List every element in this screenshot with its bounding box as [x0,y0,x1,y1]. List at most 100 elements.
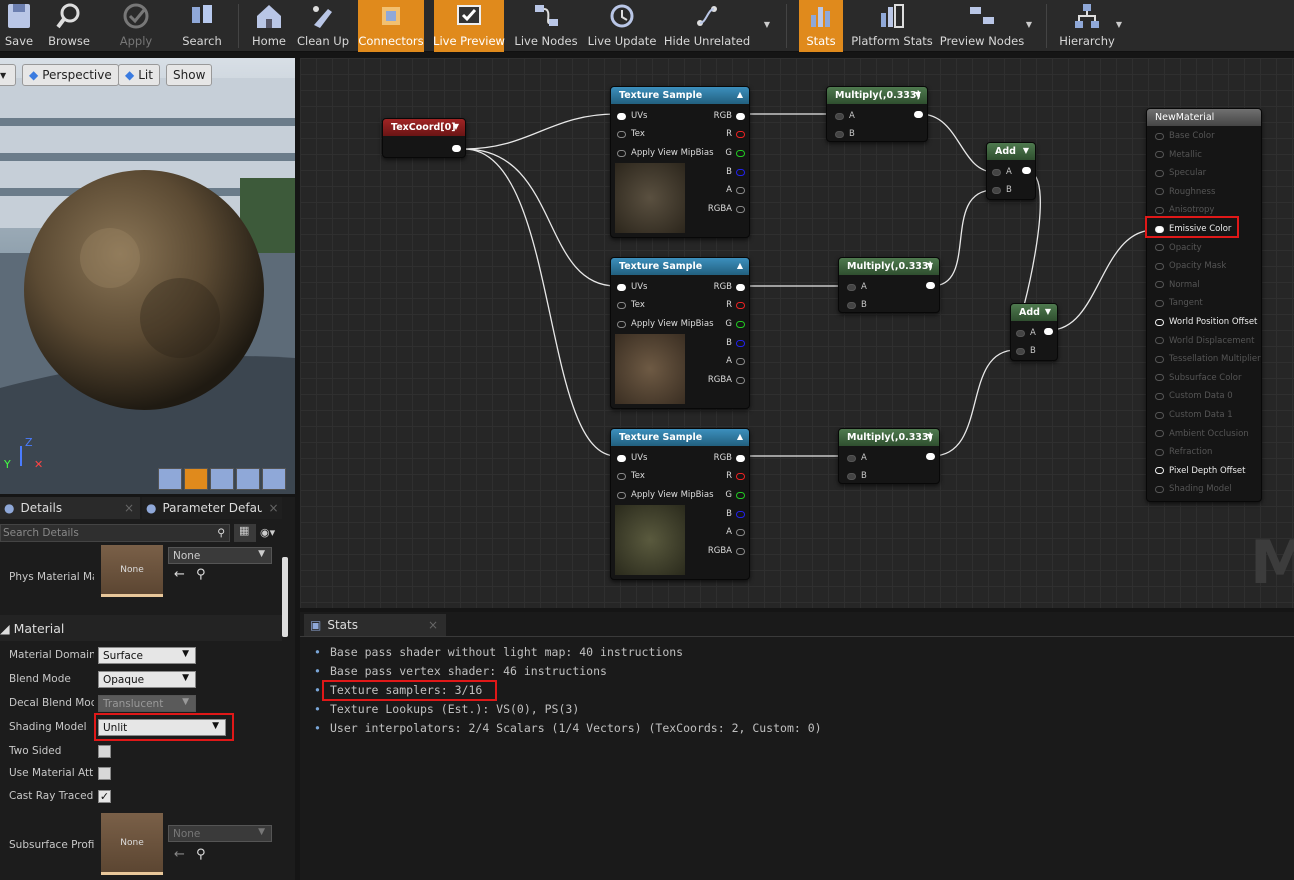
rgba-output-pin[interactable]: RGBA [708,546,745,556]
material-input-pin[interactable]: Custom Data 0 [1155,391,1233,401]
material-input-pin[interactable]: Anisotropy [1155,205,1214,215]
two-sided-checkbox[interactable] [98,745,111,758]
b-output-pin[interactable]: B [726,509,745,519]
b-input-pin[interactable]: B [847,300,867,310]
chevron-down-icon[interactable]: ▼ [764,20,770,29]
material-domain-dropdown[interactable]: Surface ▼ [98,647,196,664]
cylinder-preview-button[interactable] [158,468,182,490]
add-node-2[interactable]: Add ▼ A B [1010,303,1058,361]
r-output-pin[interactable]: R [726,300,745,310]
use-selected-arrow-icon[interactable]: ← [174,567,185,582]
material-input-pin[interactable]: World Displacement [1155,336,1255,346]
perspective-button[interactable]: ◆ Perspective [22,64,119,86]
b-output-pin[interactable]: B [726,167,745,177]
a-output-pin[interactable]: A [726,185,745,195]
live-preview-button[interactable]: Live Preview [433,0,505,52]
rgb-output-pin[interactable]: RGB [714,282,745,292]
sphere-preview-button[interactable] [184,468,208,490]
add-output-pin[interactable] [1044,328,1053,335]
subsurface-profile-thumbnail[interactable]: None [101,813,163,875]
material-input-pin[interactable]: Normal [1155,280,1200,290]
rgb-output-pin[interactable]: RGB [714,111,745,121]
plane-preview-button[interactable] [210,468,234,490]
browse-search-icon[interactable]: ⚲ [196,847,206,862]
r-output-pin[interactable]: R [726,129,745,139]
g-output-pin[interactable]: G [725,319,745,329]
texture-sample-node-3[interactable]: Texture Sample ▲ UVs Tex Apply View MipBi… [610,428,750,580]
stats-button[interactable]: Stats [799,0,843,52]
chevron-down-icon[interactable]: ▼ [1045,307,1051,316]
material-input-pin[interactable]: Metallic [1155,150,1202,160]
chevron-down-icon[interactable]: ▼ [1116,20,1122,29]
texcoord-output-pin[interactable] [452,145,461,152]
rgb-output-pin[interactable]: RGB [714,453,745,463]
browse-search-icon[interactable]: ⚲ [196,567,206,582]
view-options-button[interactable]: ▦ [234,524,256,542]
material-input-pin[interactable]: Opacity Mask [1155,261,1226,271]
search-button[interactable]: Search [180,0,224,52]
tab-parameter-defaults[interactable]: ●Parameter Defaults× [142,497,282,519]
subsurface-profile-dropdown[interactable]: None ▼ [168,825,272,842]
tab-stats[interactable]: ▣ Stats × [304,614,446,636]
browse-button[interactable]: Browse [46,0,92,52]
tex-pin[interactable]: Tex [617,300,645,310]
multiply-node-3[interactable]: Multiply(,0.333) ▼ A B [838,428,940,484]
phys-material-mask-dropdown[interactable]: None ▼ [168,547,272,564]
save-button[interactable]: Save [0,0,38,52]
g-output-pin[interactable]: G [725,490,745,500]
b-input-pin[interactable]: B [992,185,1012,195]
platform-stats-button[interactable]: Platform Stats [851,0,933,52]
blend-mode-dropdown[interactable]: Opaque ▼ [98,671,196,688]
decal-blend-mode-dropdown[interactable]: Translucent ▼ [98,695,196,712]
chevron-down-icon[interactable]: ▼ [1023,146,1029,155]
material-input-pin[interactable]: Tangent [1155,298,1203,308]
show-button[interactable]: Show [166,64,213,86]
phys-material-mask-thumbnail[interactable]: None [101,545,163,597]
b-output-pin[interactable]: B [726,338,745,348]
live-update-button[interactable]: Live Update [588,0,656,52]
tex-pin[interactable]: Tex [617,129,645,139]
material-input-pin[interactable]: Roughness [1155,187,1215,197]
collapse-icon[interactable]: ▲ [737,261,743,270]
texcoord-node[interactable]: TexCoord[0] ▼ [382,118,466,158]
chevron-down-icon[interactable]: ▼ [1026,20,1032,29]
a-input-pin[interactable]: A [1016,328,1036,338]
material-input-pin[interactable]: Ambient Occlusion [1155,429,1249,439]
uvs-pin[interactable]: UVs [617,282,647,292]
material-input-pin[interactable]: Shading Model [1155,484,1232,494]
eye-icon[interactable]: ◉▾ [260,526,275,539]
material-input-pin[interactable]: Custom Data 1 [1155,410,1233,420]
collapse-icon[interactable]: ▲ [737,432,743,441]
material-input-pin[interactable]: Opacity [1155,243,1202,253]
mipbias-pin[interactable]: Apply View MipBias [617,148,714,158]
connectors-button[interactable]: Connectors [358,0,424,52]
lit-button[interactable]: ◆ Lit [118,64,160,86]
material-input-pin[interactable]: Refraction [1155,447,1212,457]
use-material-attributes-checkbox[interactable] [98,767,111,780]
chevron-down-icon[interactable]: ▼ [915,90,921,99]
material-input-pin[interactable]: Specular [1155,168,1206,178]
preview-viewport[interactable]: ▼ ◆ Perspective ◆ Lit Show Z Y ✕ [0,58,295,494]
multiply-output-pin[interactable] [926,282,935,289]
scrollbar[interactable] [282,557,288,637]
texture-sample-node-1[interactable]: Texture Sample ▲ UVs Tex Apply View MipBi… [610,86,750,238]
mipbias-pin[interactable]: Apply View MipBias [617,490,714,500]
live-nodes-button[interactable]: Live Nodes [514,0,578,52]
hierarchy-button[interactable]: Hierarchy ▼ [1059,0,1122,52]
material-input-pin[interactable]: World Position Offset [1155,317,1257,327]
preview-nodes-button[interactable]: Preview Nodes ▼ [940,0,1032,52]
add-node-1[interactable]: Add ▼ A B [986,142,1036,200]
cube-preview-button[interactable] [236,468,260,490]
a-input-pin[interactable]: A [847,453,867,463]
teapot-preview-button[interactable] [262,468,286,490]
mipbias-pin[interactable]: Apply View MipBias [617,319,714,329]
close-icon[interactable]: × [268,501,278,515]
tex-pin[interactable]: Tex [617,471,645,481]
apply-button[interactable]: Apply [116,0,156,52]
use-selected-arrow-icon[interactable]: ← [174,847,185,862]
material-result-node[interactable]: NewMaterial Base Color Metallic Specular Ro… [1146,108,1262,502]
b-input-pin[interactable]: B [847,471,867,481]
hide-unrelated-button[interactable]: Hide Unrelated ▼ [664,0,770,52]
rgba-output-pin[interactable]: RGBA [708,375,745,385]
multiply-output-pin[interactable] [926,453,935,460]
